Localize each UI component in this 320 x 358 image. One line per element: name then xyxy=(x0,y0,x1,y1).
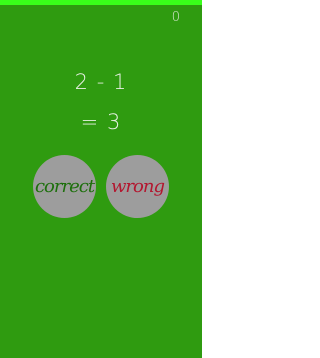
timer-bar xyxy=(0,0,202,5)
score-counter: 0 xyxy=(171,10,180,25)
equation-expression: 2 - 1 xyxy=(74,70,128,94)
wrong-button-label: wrong xyxy=(111,175,165,197)
correct-button-label: correct xyxy=(34,175,95,197)
game-screen: 0 2 - 1 = 3 correct wrong xyxy=(0,0,202,358)
correct-button[interactable]: correct xyxy=(33,155,96,218)
equation-result: = 3 xyxy=(80,110,122,134)
wrong-button[interactable]: wrong xyxy=(106,155,169,218)
